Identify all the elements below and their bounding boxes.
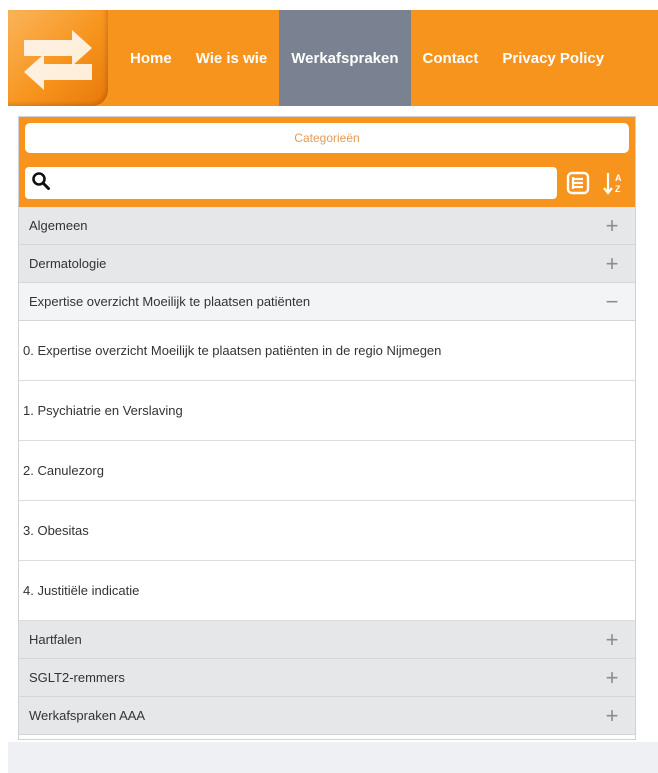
list-view-icon[interactable]: [563, 168, 593, 198]
expand-plus-icon[interactable]: +: [603, 214, 621, 237]
expand-plus-icon[interactable]: +: [603, 666, 621, 689]
nav-item-werkafspraken[interactable]: Werkafspraken: [279, 10, 411, 106]
category-label: Hartfalen: [29, 632, 82, 647]
nav-item-privacy-policy[interactable]: Privacy Policy: [490, 10, 616, 106]
nav-item-contact[interactable]: Contact: [411, 10, 491, 106]
search-box: [25, 167, 557, 199]
category-label: SGLT2-remmers: [29, 670, 125, 685]
expand-plus-icon[interactable]: +: [603, 252, 621, 275]
search-input[interactable]: [51, 169, 551, 197]
logo-arrows-icon[interactable]: [8, 10, 108, 106]
main-nav: Home Wie is wie Werkafspraken Contact Pr…: [118, 10, 616, 106]
category-sglt2-remmers[interactable]: SGLT2-remmers +: [19, 659, 635, 697]
svg-text:A: A: [615, 173, 622, 183]
list-item[interactable]: 3. Obesitas: [19, 501, 635, 561]
list-item[interactable]: 0. Expertise overzicht Moeilijk te plaat…: [19, 321, 635, 381]
category-label: Algemeen: [29, 218, 88, 233]
page-footer-band: [8, 742, 658, 773]
list-item[interactable]: 2. Canulezorg: [19, 441, 635, 501]
category-hartfalen[interactable]: Hartfalen +: [19, 621, 635, 659]
top-navigation-bar: Home Wie is wie Werkafspraken Contact Pr…: [8, 10, 658, 106]
category-label: Dermatologie: [29, 256, 107, 271]
nav-item-wie-is-wie[interactable]: Wie is wie: [184, 10, 280, 106]
sort-az-icon[interactable]: A Z: [599, 168, 629, 198]
expand-plus-icon[interactable]: +: [603, 704, 621, 727]
svg-text:Z: Z: [615, 184, 621, 194]
category-label: Expertise overzicht Moeilijk te plaatsen…: [29, 294, 311, 309]
category-label: Werkafspraken AAA: [29, 708, 146, 723]
nav-item-home[interactable]: Home: [118, 10, 184, 106]
list-item[interactable]: 4. Justitiële indicatie: [19, 561, 635, 621]
category-dermatologie[interactable]: Dermatologie +: [19, 245, 635, 283]
search-icon: [31, 171, 51, 196]
categories-panel: Categorieën A Z Algemeen + Dermatologie …: [18, 116, 636, 740]
category-algemeen[interactable]: Algemeen +: [19, 207, 635, 245]
category-werkafspraken-aaa[interactable]: Werkafspraken AAA +: [19, 697, 635, 735]
search-row: A Z: [25, 167, 629, 199]
collapse-minus-icon[interactable]: −: [603, 290, 621, 313]
panel-header: Categorieën A Z: [19, 117, 635, 207]
expand-plus-icon[interactable]: +: [603, 628, 621, 651]
list-item[interactable]: 1. Psychiatrie en Verslaving: [19, 381, 635, 441]
categories-button[interactable]: Categorieën: [25, 123, 629, 153]
category-expertise-overzicht[interactable]: Expertise overzicht Moeilijk te plaatsen…: [19, 283, 635, 321]
